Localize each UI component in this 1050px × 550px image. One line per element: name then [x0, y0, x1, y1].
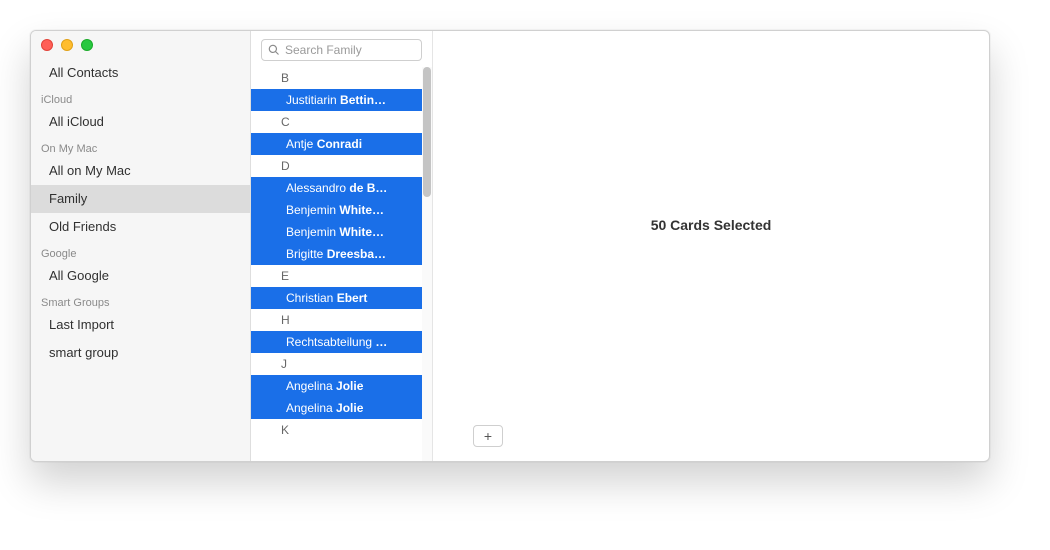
sidebar-header-icloud: iCloud [31, 87, 250, 108]
sidebar-item-all-icloud[interactable]: All iCloud [31, 108, 250, 136]
search-placeholder: Search Family [285, 43, 362, 57]
sidebar-item-family[interactable]: Family [31, 185, 250, 213]
contacts-column: Search Family BJustitiarin Bettin…CAntje… [251, 31, 433, 461]
search-input[interactable]: Search Family [261, 39, 422, 61]
sidebar-item-all-contacts[interactable]: All Contacts [31, 59, 250, 87]
window-controls [31, 31, 250, 59]
sidebar-item-old-friends[interactable]: Old Friends [31, 213, 250, 241]
list-section: D [251, 155, 422, 177]
list-item[interactable]: Christian Ebert [251, 287, 422, 309]
contacts-window: All Contacts iCloud All iCloud On My Mac… [30, 30, 990, 462]
list-item[interactable]: Antje Conradi [251, 133, 422, 155]
list-item[interactable]: Justitiarin Bettin… [251, 89, 422, 111]
list-item[interactable]: Angelina Jolie [251, 375, 422, 397]
add-button[interactable]: + [473, 425, 503, 447]
sidebar-header-smart-groups: Smart Groups [31, 290, 250, 311]
sidebar-item-all-on-my-mac[interactable]: All on My Mac [31, 157, 250, 185]
plus-icon: + [484, 428, 492, 444]
minimize-icon[interactable] [61, 39, 73, 51]
contacts-list[interactable]: BJustitiarin Bettin…CAntje ConradiDAless… [251, 67, 432, 461]
search-icon [268, 44, 280, 56]
sidebar-header-google: Google [31, 241, 250, 262]
scrollbar-thumb[interactable] [423, 67, 431, 197]
list-item[interactable]: Benjemin White… [251, 221, 422, 243]
list-section: C [251, 111, 422, 133]
detail-pane: 50 Cards Selected + [433, 31, 989, 461]
list-item[interactable]: Brigitte Dreesba… [251, 243, 422, 265]
list-item[interactable]: Angelina Jolie [251, 397, 422, 419]
list-section: K [251, 419, 422, 441]
list-section: E [251, 265, 422, 287]
scrollbar-track[interactable] [422, 67, 432, 461]
list-section: B [251, 67, 422, 89]
list-section: H [251, 309, 422, 331]
sidebar-item-last-import[interactable]: Last Import [31, 311, 250, 339]
list-item[interactable]: Alessandro de B… [251, 177, 422, 199]
list-item[interactable]: Benjemin White… [251, 199, 422, 221]
close-icon[interactable] [41, 39, 53, 51]
selection-status: 50 Cards Selected [433, 217, 989, 233]
zoom-icon[interactable] [81, 39, 93, 51]
search-wrap: Search Family [251, 31, 432, 67]
list-section: J [251, 353, 422, 375]
sidebar-header-onmymac: On My Mac [31, 136, 250, 157]
sidebar-item-smart-group[interactable]: smart group [31, 339, 250, 367]
sidebar: All Contacts iCloud All iCloud On My Mac… [31, 31, 251, 461]
sidebar-item-all-google[interactable]: All Google [31, 262, 250, 290]
list-item[interactable]: Rechtsabteilung … [251, 331, 422, 353]
